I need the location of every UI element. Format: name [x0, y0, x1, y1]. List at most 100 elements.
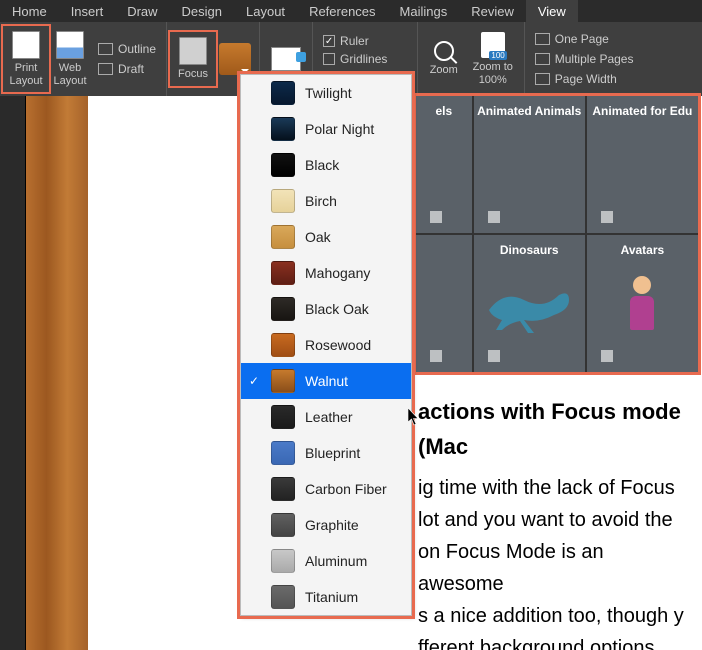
- focus-background-dropdown[interactable]: [219, 43, 251, 75]
- swatch-icon: [271, 585, 295, 609]
- menu-item-label: Leather: [305, 409, 352, 425]
- document-line: lot and you want to avoid the: [418, 504, 692, 536]
- swatch-icon: [271, 549, 295, 573]
- draft-label: Draft: [118, 62, 144, 76]
- swatch-icon: [271, 333, 295, 357]
- checkbox-icon: [323, 53, 335, 65]
- menu-item-label: Black Oak: [305, 301, 369, 317]
- document-heading: actions with Focus mode (Mac: [418, 394, 692, 464]
- menu-item-label: Twilight: [305, 85, 352, 101]
- tab-references[interactable]: References: [297, 0, 387, 22]
- document-line: on Focus Mode is an awesome: [418, 536, 692, 600]
- model-thumb-animated-animals[interactable]: Animated Animals: [474, 96, 585, 233]
- avatar-icon: [622, 276, 662, 346]
- cube-icon: [601, 211, 613, 223]
- tab-mailings[interactable]: Mailings: [388, 0, 460, 22]
- focus-menu-rosewood[interactable]: Rosewood: [241, 327, 411, 363]
- swatch-icon: [271, 117, 295, 141]
- zoom-button[interactable]: Zoom: [422, 37, 466, 80]
- swatch-icon: [271, 189, 295, 213]
- focus-menu-carbon-fiber[interactable]: Carbon Fiber: [241, 471, 411, 507]
- focus-menu-mahogany[interactable]: Mahogany: [241, 255, 411, 291]
- views-group: Print Layout Web Layout Outline Draft: [0, 22, 167, 96]
- zoom-label: Zoom: [430, 64, 458, 76]
- focus-background: [26, 96, 88, 650]
- cube-icon: [430, 211, 442, 223]
- menu-item-label: Birch: [305, 193, 337, 209]
- gridlines-label: Gridlines: [340, 52, 387, 66]
- tab-review[interactable]: Review: [459, 0, 526, 22]
- swatch-icon: [271, 405, 295, 429]
- page-width-button[interactable]: Page Width: [529, 70, 640, 88]
- focus-menu-blueprint[interactable]: Blueprint: [241, 435, 411, 471]
- focus-menu-oak[interactable]: Oak: [241, 219, 411, 255]
- focus-menu-birch[interactable]: Birch: [241, 183, 411, 219]
- model-thumb-els[interactable]: els: [416, 96, 472, 233]
- swatch-icon: [271, 441, 295, 465]
- swatch-icon: [271, 153, 295, 177]
- focus-menu-graphite[interactable]: Graphite: [241, 507, 411, 543]
- swatch-icon: [271, 477, 295, 501]
- focus-menu-twilight[interactable]: Twilight: [241, 75, 411, 111]
- zoom-100-button[interactable]: Zoom to 100%: [466, 28, 520, 89]
- check-icon: ✓: [249, 374, 259, 388]
- focus-menu-leather[interactable]: Leather: [241, 399, 411, 435]
- immersive-reader-button[interactable]: [264, 43, 308, 75]
- page-width-icon: [535, 73, 550, 85]
- menu-item-label: Oak: [305, 229, 331, 245]
- focus-menu-black-oak[interactable]: Black Oak: [241, 291, 411, 327]
- cube-icon: [430, 350, 442, 362]
- focus-icon: [179, 37, 207, 65]
- magnifier-icon: [434, 41, 454, 61]
- page-view-group: One Page Multiple Pages Page Width: [525, 22, 644, 96]
- focus-menu-walnut[interactable]: ✓Walnut: [241, 363, 411, 399]
- chevron-down-icon: [241, 69, 249, 73]
- cube-icon: [601, 350, 613, 362]
- model-thumb-avatars[interactable]: Avatars: [587, 235, 698, 372]
- cube-icon: [488, 350, 500, 362]
- document-line: ig time with the lack of Focus: [418, 472, 692, 504]
- focus-menu-titanium[interactable]: Titanium: [241, 579, 411, 615]
- zoom-group: Zoom Zoom to 100%: [418, 22, 525, 96]
- menu-item-label: Aluminum: [305, 553, 367, 569]
- draft-button[interactable]: Draft: [92, 60, 162, 78]
- focus-button[interactable]: Focus: [171, 33, 215, 84]
- focus-menu-black[interactable]: Black: [241, 147, 411, 183]
- multiple-pages-icon: [535, 53, 550, 65]
- draft-icon: [98, 63, 113, 75]
- page-width-label: Page Width: [555, 72, 617, 86]
- one-page-button[interactable]: One Page: [529, 30, 640, 48]
- menu-item-label: Titanium: [305, 589, 358, 605]
- outline-label: Outline: [118, 42, 156, 56]
- swatch-icon: [271, 369, 295, 393]
- model-thumb-dinosaurs[interactable]: Dinosaurs: [474, 235, 585, 372]
- multiple-pages-label: Multiple Pages: [555, 52, 634, 66]
- focus-menu-aluminum[interactable]: Aluminum: [241, 543, 411, 579]
- tab-insert[interactable]: Insert: [59, 0, 116, 22]
- menu-item-label: Rosewood: [305, 337, 371, 353]
- outline-icon: [98, 43, 113, 55]
- zoom-100-icon: [481, 32, 505, 58]
- gridlines-checkbox[interactable]: Gridlines: [317, 51, 413, 67]
- tab-view[interactable]: View: [526, 0, 578, 22]
- ruler-label: Ruler: [340, 34, 369, 48]
- one-page-label: One Page: [555, 32, 609, 46]
- ruler-checkbox[interactable]: ✓ Ruler: [317, 33, 413, 49]
- web-layout-icon: [56, 31, 84, 59]
- checkbox-checked-icon: ✓: [323, 35, 335, 47]
- tab-layout[interactable]: Layout: [234, 0, 297, 22]
- print-layout-button[interactable]: Print Layout: [4, 27, 48, 90]
- outline-button[interactable]: Outline: [92, 40, 162, 58]
- outline-draft-col: Outline Draft: [92, 40, 162, 78]
- tab-draw[interactable]: Draw: [115, 0, 169, 22]
- swatch-icon: [271, 81, 295, 105]
- focus-menu-polar-night[interactable]: Polar Night: [241, 111, 411, 147]
- model-thumb-animated-for-edu[interactable]: Animated for Edu: [587, 96, 698, 233]
- tab-home[interactable]: Home: [0, 0, 59, 22]
- web-layout-button[interactable]: Web Layout: [48, 27, 92, 90]
- models-panel: elsAnimated AnimalsAnimated for EduDinos…: [416, 96, 698, 372]
- model-thumb-blank[interactable]: [416, 235, 472, 372]
- multiple-pages-button[interactable]: Multiple Pages: [529, 50, 640, 68]
- tab-design[interactable]: Design: [170, 0, 234, 22]
- ribbon-tabs: HomeInsertDrawDesignLayoutReferencesMail…: [0, 0, 702, 22]
